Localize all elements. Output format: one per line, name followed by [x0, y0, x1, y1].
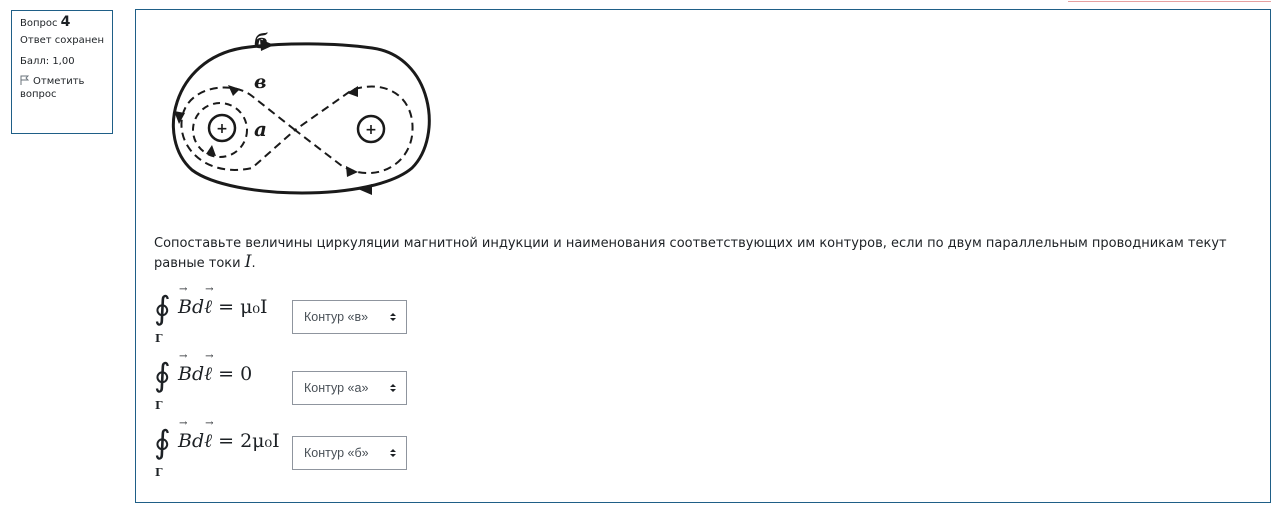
contour-integral-sign: ∮	[154, 289, 171, 327]
question-state: Ответ сохранен	[20, 35, 104, 46]
conductor-left: +	[207, 113, 237, 143]
select-value: Контур «в»	[304, 310, 369, 324]
formula-rhs: μ₀I	[240, 296, 268, 318]
circulation-formula-3: ∮ Г Bdℓ = 2μ₀I	[150, 418, 290, 484]
question-text-body: Сопоставьте величины циркуляции магнитно…	[154, 236, 1227, 271]
arrow-v-2	[346, 166, 358, 177]
flag-label: Отметить вопрос	[20, 76, 85, 100]
match-row-3: ∮ Г Bdℓ = 2μ₀I Контур «б»	[150, 418, 450, 484]
integrand: Bdℓ = 2μ₀I	[178, 418, 280, 453]
contour-select-3[interactable]: Контур «б»	[292, 436, 407, 470]
question-info-panel: Вопрос 4 Ответ сохранен Балл: 1,00 Отмет…	[11, 10, 113, 134]
match-row-1: ∮ Г Bdℓ = μ₀I Контур «в»	[150, 284, 450, 350]
circulation-formula-1: ∮ Г Bdℓ = μ₀I	[150, 284, 290, 350]
top-strip	[1068, 0, 1271, 2]
flag-icon	[20, 75, 29, 85]
contour-symbol: Г	[155, 466, 163, 479]
question-grade: Балл: 1,00	[20, 56, 75, 67]
question-label: Вопрос	[20, 18, 58, 29]
formula-rhs: 2μ₀I	[240, 430, 280, 452]
label-a: а	[254, 117, 267, 141]
formula-rhs: 0	[240, 363, 253, 385]
question-number-value: 4	[60, 14, 71, 30]
svg-text:+: +	[216, 121, 228, 137]
svg-text:+: +	[365, 122, 377, 138]
arrow-v-1	[228, 85, 240, 96]
label-b: б	[254, 29, 268, 53]
match-row-2: ∮ Г Bdℓ = 0 Контур «а»	[150, 351, 450, 417]
contour-integral-sign: ∮	[154, 356, 171, 394]
contour-integral-sign: ∮	[154, 423, 171, 461]
circulation-formula-2: ∮ Г Bdℓ = 0	[150, 351, 290, 417]
question-content: + + б в а Сопоставьте величины циркуляци…	[135, 9, 1271, 503]
integrand: Bdℓ = μ₀I	[178, 284, 268, 319]
contour-select-2[interactable]: Контур «а»	[292, 371, 407, 405]
contour-symbol: Г	[155, 332, 163, 345]
select-value: Контур «а»	[304, 381, 369, 395]
arrow-a	[206, 145, 216, 156]
contour-select-1[interactable]: Контур «в»	[292, 300, 407, 334]
question-text: Сопоставьте величины циркуляции магнитно…	[154, 235, 1254, 273]
select-caret-icon	[390, 384, 396, 392]
flag-question-link[interactable]: Отметить вопрос	[20, 75, 112, 101]
conductor-right: +	[356, 114, 386, 144]
contours-figure: + + б в а	[171, 29, 431, 195]
select-caret-icon	[390, 449, 396, 457]
contour-symbol: Г	[155, 399, 163, 412]
question-number: Вопрос 4	[20, 14, 112, 30]
select-value: Контур «б»	[304, 446, 369, 460]
select-caret-icon	[390, 313, 396, 321]
label-v: в	[254, 71, 266, 93]
integrand: Bdℓ = 0	[178, 351, 253, 386]
question-text-period: .	[251, 256, 256, 271]
